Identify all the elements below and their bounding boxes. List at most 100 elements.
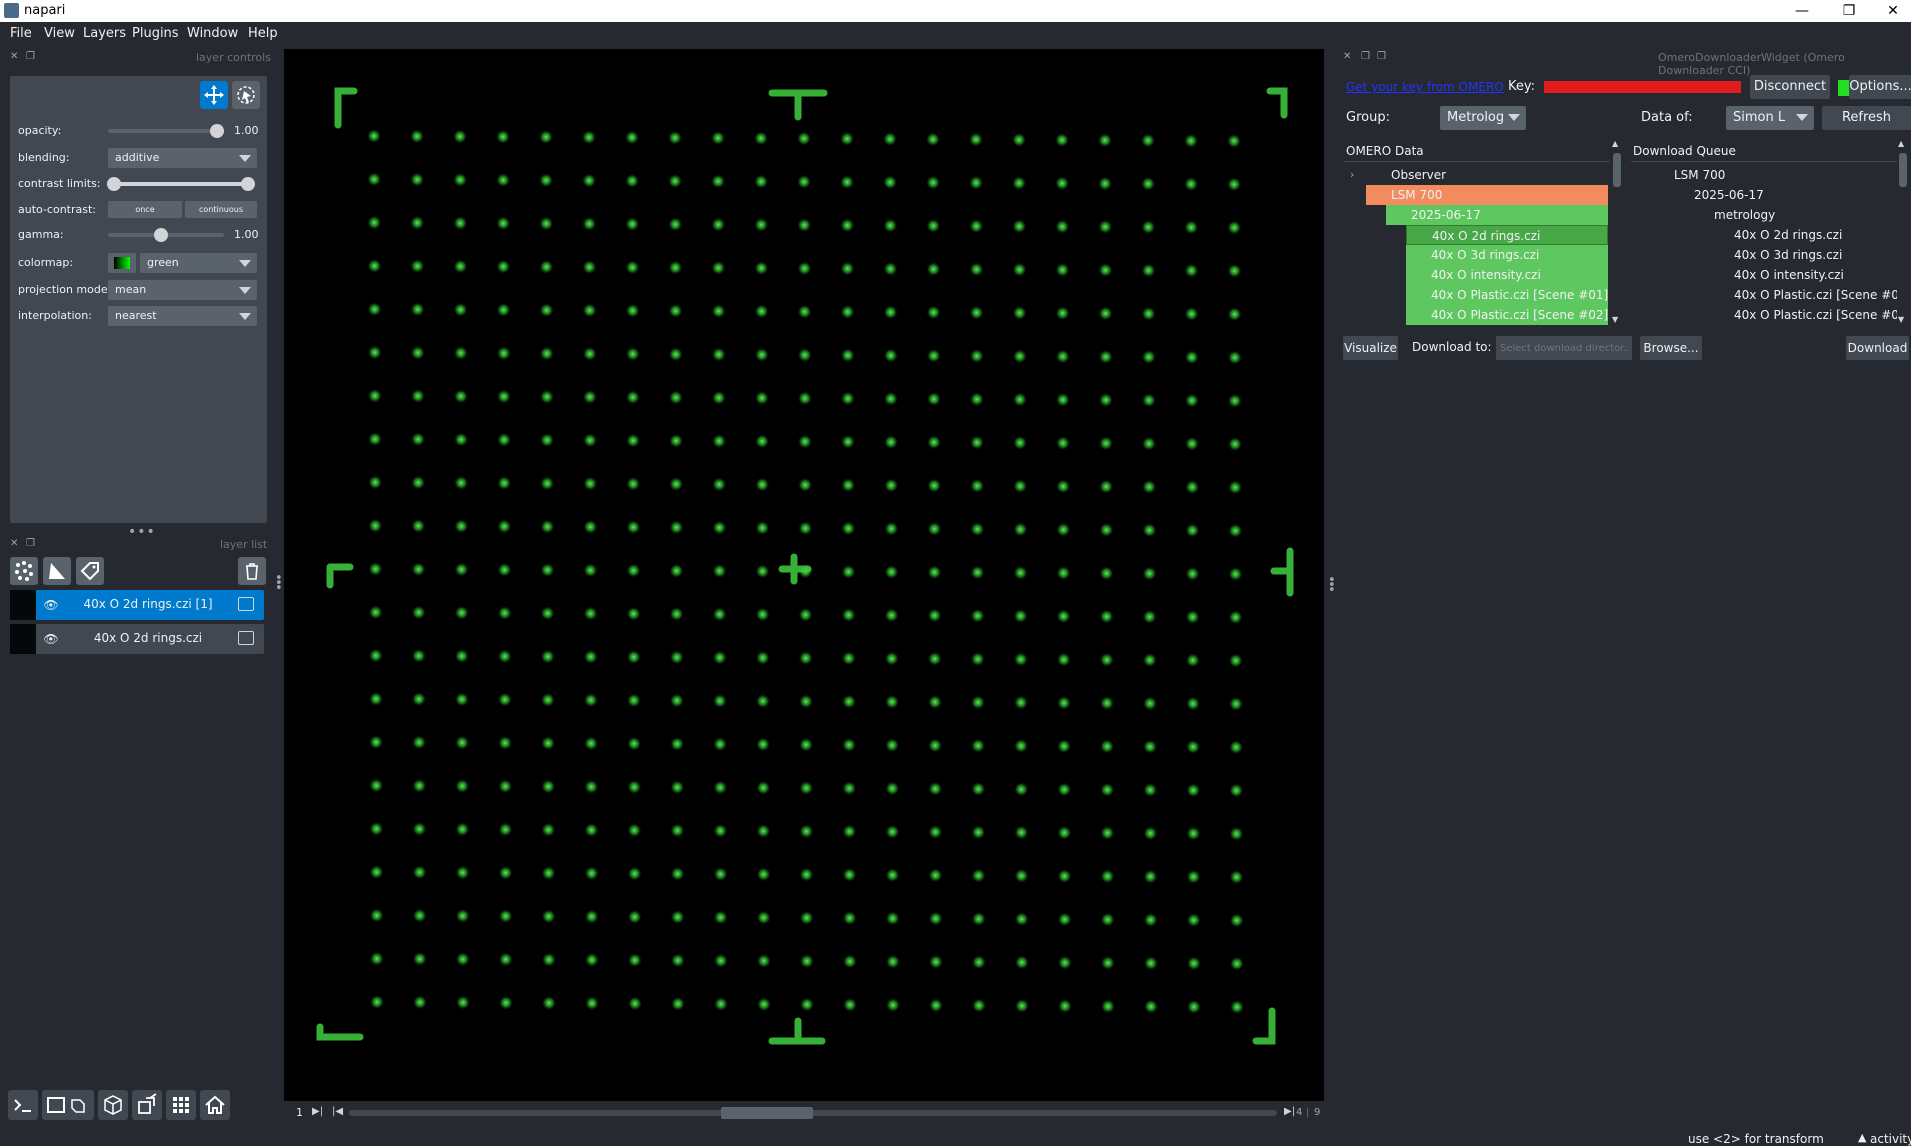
dock-close-icon[interactable]: ✕ — [10, 538, 18, 549]
opacity-slider-handle[interactable] — [210, 124, 224, 138]
layer-name[interactable]: 40x O 2d rings.czi — [68, 631, 228, 645]
gamma-slider-handle[interactable] — [153, 228, 168, 242]
visualize-button[interactable]: Visualize — [1343, 336, 1398, 360]
image-canvas[interactable] — [284, 49, 1324, 1101]
dims-slider[interactable] — [349, 1107, 1277, 1119]
omero-tree-scrollbar[interactable]: ▲ ▼ — [1611, 139, 1623, 327]
left-dock-resize-handle[interactable]: • • • — [275, 572, 283, 595]
blending-select[interactable]: additive — [108, 148, 257, 168]
get-key-link[interactable]: Get your key from OMERO — [1346, 80, 1504, 94]
queue-tree-item[interactable]: 40x O 2d rings.czi — [1734, 225, 1842, 245]
expand-chevron-icon[interactable]: › — [1350, 168, 1354, 181]
queue-tree-item[interactable]: LSM 700 — [1674, 165, 1725, 185]
data-of-select[interactable]: Simon L — [1726, 106, 1814, 130]
projection-mode-select[interactable]: mean — [108, 280, 257, 300]
browse-button[interactable]: Browse... — [1640, 336, 1702, 360]
omero-tree-item[interactable]: 40x O Plastic.czi [Scene #02] — [1406, 305, 1608, 325]
dock-close-icon[interactable]: ✕ — [10, 51, 18, 62]
menu-plugins[interactable]: Plugins — [132, 26, 179, 41]
interpolation-select[interactable]: nearest — [108, 306, 257, 326]
omero-tree-item[interactable]: 2025-06-17 — [1386, 205, 1608, 225]
dock-float-icon[interactable]: ❐ — [26, 51, 35, 62]
disconnect-button[interactable]: Disconnect — [1750, 75, 1830, 99]
new-points-layer-button[interactable] — [10, 557, 38, 585]
layer-name[interactable]: 40x O 2d rings.czi [1] — [68, 597, 228, 611]
menu-file[interactable]: File — [10, 26, 32, 41]
eye-icon[interactable]: 👁 — [42, 598, 60, 612]
ndisplay-button[interactable] — [42, 1090, 94, 1120]
refresh-button[interactable]: Refresh — [1822, 106, 1911, 130]
colormap-select[interactable]: green — [140, 253, 257, 273]
play-icon[interactable]: ▶| — [312, 1106, 323, 1117]
omero-tree-item[interactable]: 40x O Plastic.czi [Scene #01] — [1406, 285, 1608, 305]
restore-icon[interactable]: ❐ — [1827, 0, 1871, 22]
caret-up-icon[interactable]: ▲ — [1858, 1131, 1866, 1144]
queue-tree-item[interactable]: 2025-06-17 — [1694, 185, 1764, 205]
download-button[interactable]: Download — [1846, 336, 1909, 360]
menu-layers[interactable]: Layers — [83, 26, 126, 41]
new-labels-layer-button[interactable] — [76, 557, 104, 585]
reset-view-button[interactable] — [200, 1090, 230, 1120]
gamma-slider[interactable] — [108, 228, 224, 242]
scrollbar-thumb[interactable] — [1899, 153, 1907, 187]
key-input[interactable] — [1544, 81, 1741, 93]
opacity-slider[interactable] — [108, 124, 224, 138]
activity-button[interactable]: activity — [1870, 1132, 1911, 1146]
group-select[interactable]: Metrolog — [1440, 106, 1526, 130]
contrast-min-handle[interactable] — [107, 177, 121, 191]
queue-tree-item[interactable]: 40x O 3d rings.czi — [1734, 245, 1842, 265]
scroll-down-icon[interactable]: ▼ — [1898, 315, 1904, 324]
step-forward-icon[interactable]: ▶| — [1284, 1106, 1295, 1117]
auto-contrast-continuous-button[interactable]: continuous — [185, 201, 257, 218]
scroll-up-icon[interactable]: ▲ — [1898, 139, 1904, 148]
right-dock-resize-handle[interactable]: • • • — [1328, 574, 1336, 597]
queue-tree-item[interactable]: metrology — [1714, 205, 1775, 225]
omero-tree-item[interactable]: 40x O 2d rings.czi — [1406, 225, 1608, 245]
queue-tree-item[interactable]: 40x O intensity.czi — [1734, 265, 1844, 285]
contrast-max-handle[interactable] — [241, 177, 255, 191]
eye-icon[interactable]: 👁 — [42, 632, 60, 646]
bead-spot — [971, 695, 985, 710]
dock-splitter-handle[interactable]: ••• — [128, 524, 156, 540]
bead-spot — [1100, 696, 1114, 711]
layer-row[interactable]: 👁 40x O 2d rings.czi — [10, 624, 264, 654]
dims-slider-handle[interactable] — [721, 1107, 813, 1119]
roll-dimensions-button[interactable] — [98, 1090, 128, 1120]
close-window-icon[interactable]: ✕ — [1871, 0, 1911, 22]
queue-scrollbar[interactable]: ▲ ▼ — [1897, 139, 1909, 327]
dock-float-icon[interactable]: ❐ — [26, 538, 35, 549]
grid-view-button[interactable] — [166, 1090, 196, 1120]
step-back-icon[interactable]: |◀ — [332, 1106, 343, 1117]
queue-tree-item[interactable]: 40x O Plastic.czi [Scene #01] — [1734, 285, 1897, 305]
bead-spot — [453, 389, 468, 404]
omero-tree-item[interactable]: Observer — [1366, 165, 1608, 185]
contrast-limits-slider[interactable] — [107, 177, 255, 191]
minimize-icon[interactable]: — — [1780, 0, 1824, 22]
delete-layer-button[interactable] — [238, 557, 266, 585]
download-queue-tree[interactable]: LSM 700 2025-06-17 metrology 40x O 2d rings… — [1631, 165, 1897, 327]
layer-row-selected[interactable]: 👁 40x O 2d rings.czi [1] — [10, 590, 264, 620]
transform-button[interactable] — [232, 81, 260, 109]
queue-tree-item[interactable]: 40x O Plastic.czi [Scene #02] — [1734, 305, 1897, 325]
dock-float-icon[interactable]: ❐ — [1361, 51, 1370, 62]
dock-close-icon[interactable]: ✕ — [1343, 51, 1351, 62]
bead-spot — [625, 347, 640, 361]
omero-tree-item[interactable]: 40x O intensity.czi — [1406, 265, 1608, 285]
new-shapes-layer-button[interactable] — [43, 557, 71, 585]
scroll-up-icon[interactable]: ▲ — [1612, 139, 1618, 148]
auto-contrast-once-button[interactable]: once — [108, 201, 182, 218]
dock-float-icon[interactable]: ❐ — [1377, 51, 1386, 62]
scroll-down-icon[interactable]: ▼ — [1612, 315, 1618, 324]
menu-help[interactable]: Help — [248, 26, 278, 41]
omero-tree-item[interactable]: 40x O 3d rings.czi — [1406, 245, 1608, 265]
menu-window[interactable]: Window — [187, 26, 238, 41]
pan-zoom-button[interactable] — [200, 81, 228, 109]
menu-view[interactable]: View — [44, 26, 75, 41]
omero-data-tree[interactable]: Observer › LSM 700 2025-06-17 40x O 2d rings… — [1344, 165, 1608, 327]
scrollbar-thumb[interactable] — [1613, 153, 1621, 187]
options-button[interactable]: Options... — [1849, 75, 1911, 99]
console-button[interactable] — [8, 1090, 38, 1120]
download-directory-input[interactable] — [1496, 336, 1632, 360]
omero-tree-item[interactable]: LSM 700 — [1366, 185, 1608, 205]
transpose-button[interactable] — [132, 1090, 162, 1120]
